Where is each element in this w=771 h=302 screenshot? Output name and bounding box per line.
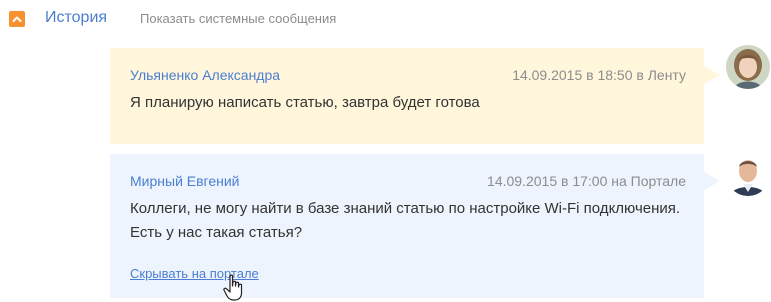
message-meta: 14.09.2015 в 18:50 в Ленту	[512, 67, 686, 83]
message-tail	[704, 66, 720, 84]
message-text: Я планирую написать статью, завтра будет…	[130, 94, 480, 111]
message-card: Ульяненко Александра 14.09.2015 в 18:50 …	[110, 48, 720, 144]
message-meta: 14.09.2015 в 17:00 на Портале	[487, 173, 686, 189]
chevron-up-icon	[12, 16, 22, 22]
message-author[interactable]: Ульяненко Александра	[130, 66, 280, 84]
history-panel: История Показать системные сообщения Уль…	[0, 0, 771, 302]
show-system-messages-link[interactable]: Показать системные сообщения	[140, 11, 336, 27]
user-avatar-icon	[726, 152, 770, 196]
history-title: История	[45, 9, 108, 26]
hand-cursor-icon	[223, 274, 243, 301]
message-tail	[704, 172, 720, 190]
user-avatar-icon	[726, 45, 770, 89]
avatar[interactable]	[726, 152, 770, 196]
message-card: Мирный Евгений 14.09.2015 в 17:00 на Пор…	[110, 154, 720, 298]
message-text: Коллеги, не могу найти в базе знаний ста…	[130, 200, 681, 241]
message-author[interactable]: Мирный Евгений	[130, 172, 240, 190]
collapse-history-button[interactable]	[9, 11, 25, 27]
avatar[interactable]	[726, 45, 770, 89]
